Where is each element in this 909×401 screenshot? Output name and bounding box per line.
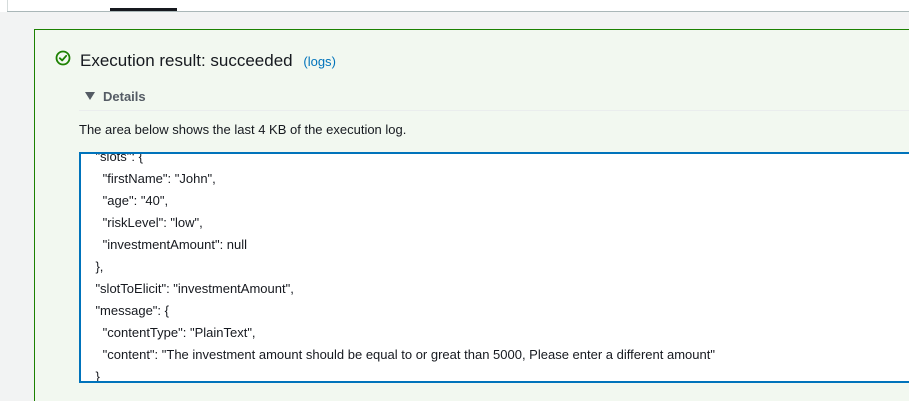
details-label: Details xyxy=(103,88,146,104)
log-line: "firstName": "John", xyxy=(81,171,216,186)
execution-result-title: Execution result: succeeded (logs) xyxy=(80,51,336,72)
log-line: "content": "The investment amount should… xyxy=(81,347,715,362)
log-line: "message": { xyxy=(81,303,169,318)
page: Execution result: succeeded (logs) Detai… xyxy=(0,0,909,401)
active-tab-indicator[interactable] xyxy=(110,8,177,11)
logs-link[interactable]: logs xyxy=(308,54,332,69)
execution-result-text: Execution result: succeeded xyxy=(80,51,293,70)
caret-down-icon[interactable] xyxy=(85,92,95,100)
tab-strip xyxy=(0,0,909,12)
log-line: "riskLevel": "low", xyxy=(81,215,203,230)
log-line: "slotToElicit": "investmentAmount", xyxy=(81,281,294,296)
log-line: }, xyxy=(81,259,104,274)
log-line: "age": "40", xyxy=(81,193,169,208)
execution-result-panel: Execution result: succeeded (logs) Detai… xyxy=(34,29,909,401)
log-line: } xyxy=(81,369,100,383)
logs-close-paren: ) xyxy=(331,54,336,69)
log-line: "slots": { xyxy=(81,152,143,164)
log-line: "contentType": "PlainText", xyxy=(81,325,256,340)
execution-log-textarea[interactable]: "slots": { "firstName": "John", "age": "… xyxy=(79,152,909,383)
details-toggle[interactable]: Details xyxy=(85,86,909,106)
log-line: "investmentAmount": null xyxy=(81,237,248,252)
check-circle-icon xyxy=(55,50,71,66)
log-description: The area below shows the last 4 KB of th… xyxy=(79,122,407,137)
log-lines: "slots": { "firstName": "John", "age": "… xyxy=(81,152,715,383)
details-divider xyxy=(79,110,909,111)
tab-divider xyxy=(7,11,909,12)
